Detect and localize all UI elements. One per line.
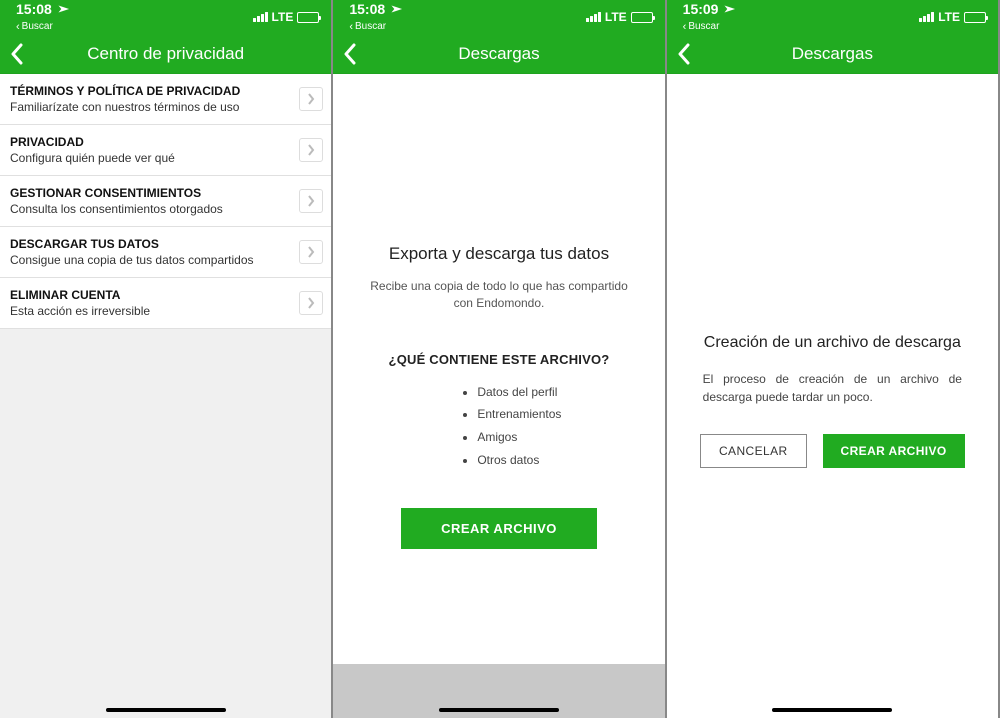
file-list-item: Amigos [477, 426, 640, 449]
export-title: Exporta y descarga tus datos [357, 244, 640, 264]
content-area: Exporta y descarga tus datos Recibe una … [333, 74, 664, 718]
signal-icon [253, 12, 268, 22]
list-item-title: PRIVACIDAD [10, 135, 299, 149]
list-item-subtitle: Familiarízate con nuestros términos de u… [10, 100, 299, 114]
chevron-right-icon [299, 291, 323, 315]
nav-back-button[interactable] [677, 43, 691, 65]
nav-bar: Descargas [667, 34, 998, 74]
file-contents-list: Datos del perfil Entrenamientos Amigos O… [357, 381, 640, 472]
list-item-delete-account[interactable]: ELIMINAR CUENTA Esta acción es irreversi… [0, 278, 331, 329]
page-title: Descargas [458, 44, 539, 64]
chevron-right-icon [299, 138, 323, 162]
list-item-privacy[interactable]: PRIVACIDAD Configura quién puede ver qué [0, 125, 331, 176]
battery-icon [631, 12, 653, 23]
list-item-download-data[interactable]: DESCARGAR TUS DATOS Consigue una copia d… [0, 227, 331, 278]
file-list-item: Otros datos [477, 449, 640, 472]
list-item-title: ELIMINAR CUENTA [10, 288, 299, 302]
home-indicator[interactable] [106, 708, 226, 712]
page-title: Centro de privacidad [87, 44, 244, 64]
list-item-subtitle: Esta acción es irreversible [10, 304, 299, 318]
list-item-title: TÉRMINOS Y POLÍTICA DE PRIVACIDAD [10, 84, 299, 98]
network-label: LTE [272, 10, 294, 24]
list-item-title: GESTIONAR CONSENTIMIENTOS [10, 186, 299, 200]
file-list-item: Datos del perfil [477, 381, 640, 404]
cancel-button[interactable]: CANCELAR [700, 434, 807, 468]
chevron-right-icon [299, 240, 323, 264]
status-time: 15:09 [683, 2, 719, 16]
nav-bar: Centro de privacidad [0, 34, 331, 74]
breadcrumb-back[interactable]: ‹Buscar [16, 22, 53, 33]
nav-back-button[interactable] [343, 43, 357, 65]
create-archive-button[interactable]: CREAR ARCHIVO [401, 508, 597, 549]
confirm-create-button[interactable]: CREAR ARCHIVO [823, 434, 965, 468]
status-time: 15:08 [349, 2, 385, 16]
breadcrumb-back[interactable]: ‹Buscar [349, 22, 386, 33]
file-list-item: Entrenamientos [477, 403, 640, 426]
status-bar: 15:08 ‹Buscar LTE [0, 0, 331, 34]
network-label: LTE [938, 10, 960, 24]
list-item-subtitle: Consigue una copia de tus datos comparti… [10, 253, 299, 267]
location-icon [387, 0, 404, 17]
file-contents-heading: ¿QUÉ CONTIENE ESTE ARCHIVO? [357, 352, 640, 367]
chevron-right-icon [299, 87, 323, 111]
settings-list: TÉRMINOS Y POLÍTICA DE PRIVACIDAD Famili… [0, 74, 331, 329]
dialog-buttons: CANCELAR CREAR ARCHIVO [667, 434, 998, 468]
nav-back-button[interactable] [10, 43, 24, 65]
breadcrumb-back[interactable]: ‹Buscar [683, 22, 720, 33]
home-indicator[interactable] [772, 708, 892, 712]
home-indicator[interactable] [439, 708, 559, 712]
page-title: Descargas [792, 44, 873, 64]
status-bar: 15:08 ‹Buscar LTE [333, 0, 664, 34]
signal-icon [586, 12, 601, 22]
bottom-spacer [333, 664, 664, 718]
signal-icon [919, 12, 934, 22]
nav-bar: Descargas [333, 34, 664, 74]
screen-privacy-center: 15:08 ‹Buscar LTE Centro de privacidad T… [0, 0, 333, 718]
dialog-title: Creación de un archivo de descarga [667, 334, 998, 352]
list-item-subtitle: Configura quién puede ver qué [10, 151, 299, 165]
location-icon [53, 0, 70, 17]
battery-icon [964, 12, 986, 23]
status-bar: 15:09 ‹Buscar LTE [667, 0, 998, 34]
screen-downloads-confirm: 15:09 ‹Buscar LTE Descargas Creación de … [667, 0, 1000, 718]
battery-icon [297, 12, 319, 23]
export-subtitle: Recibe una copia de todo lo que has comp… [357, 278, 640, 312]
dialog-body: El proceso de creación de un archivo de … [667, 370, 998, 406]
content-area: TÉRMINOS Y POLÍTICA DE PRIVACIDAD Famili… [0, 74, 331, 718]
status-time: 15:08 [16, 2, 52, 16]
list-item-title: DESCARGAR TUS DATOS [10, 237, 299, 251]
chevron-right-icon [299, 189, 323, 213]
network-label: LTE [605, 10, 627, 24]
location-icon [720, 0, 737, 17]
list-item-subtitle: Consulta los consentimientos otorgados [10, 202, 299, 216]
content-area: Creación de un archivo de descarga El pr… [667, 74, 998, 718]
screen-downloads-export: 15:08 ‹Buscar LTE Descargas Exporta y de… [333, 0, 666, 718]
list-item-terms[interactable]: TÉRMINOS Y POLÍTICA DE PRIVACIDAD Famili… [0, 74, 331, 125]
list-item-consents[interactable]: GESTIONAR CONSENTIMIENTOS Consulta los c… [0, 176, 331, 227]
